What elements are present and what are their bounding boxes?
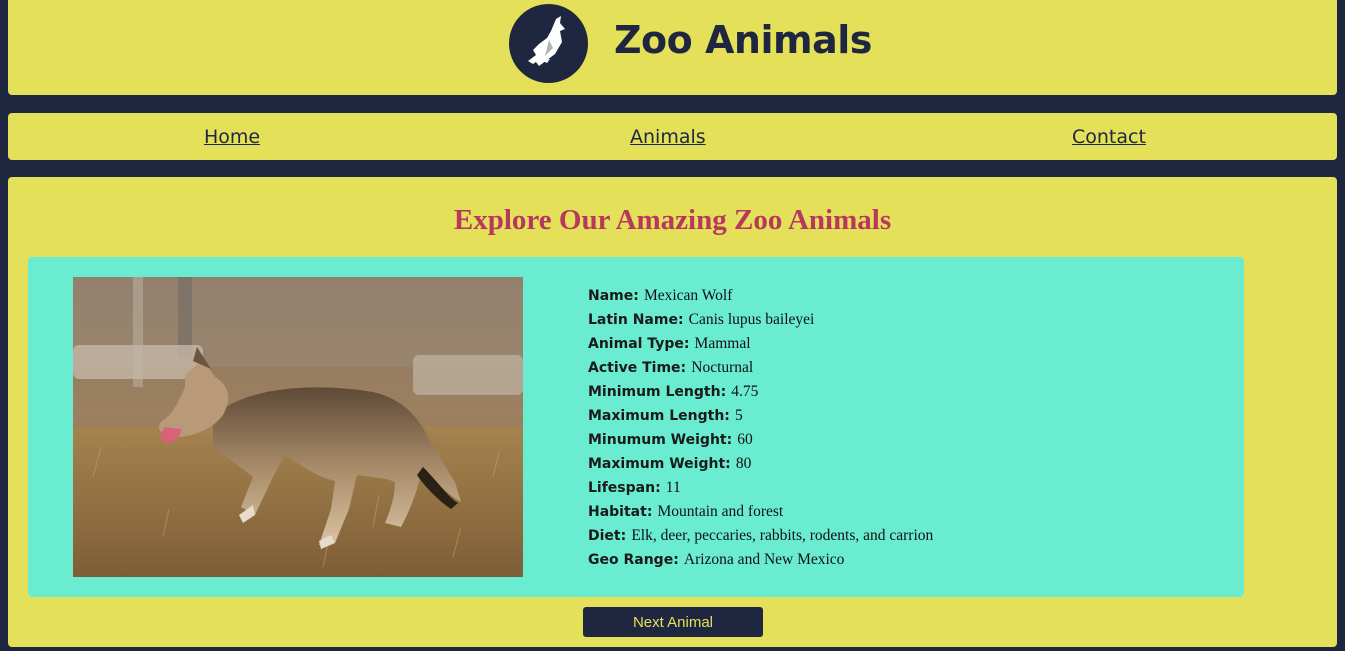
detail-label: Animal Type: (588, 336, 690, 352)
detail-value: Mexican Wolf (643, 287, 733, 304)
nav-link-animals[interactable]: Animals (630, 126, 706, 148)
detail-value: Nocturnal (691, 359, 754, 376)
detail-label: Lifespan: (588, 480, 661, 496)
detail-row-latin-name: Latin Name: Canis lupus baileyei (588, 307, 933, 331)
main-content: Explore Our Amazing Zoo Animals Name: Me… (8, 177, 1337, 647)
detail-label: Habitat: (588, 504, 653, 520)
detail-value: 5 (734, 407, 743, 424)
bird-icon (528, 16, 565, 66)
detail-label: Minimum Length: (588, 384, 727, 400)
detail-value: 80 (735, 455, 752, 472)
detail-label: Active Time: (588, 360, 687, 376)
site-header: Zoo Animals (8, 0, 1337, 95)
detail-label: Maximum Length: (588, 408, 730, 424)
animal-details: Name: Mexican Wolf Latin Name: Canis lup… (588, 283, 933, 571)
animal-photo (73, 277, 523, 577)
detail-label: Latin Name: (588, 312, 684, 328)
animal-card: Name: Mexican Wolf Latin Name: Canis lup… (28, 257, 1244, 597)
detail-row-minimum-weight: Minumum Weight: 60 (588, 427, 933, 451)
detail-label: Geo Range: (588, 552, 679, 568)
detail-row-minimum-length: Minimum Length: 4.75 (588, 379, 933, 403)
detail-row-animal-type: Animal Type: Mammal (588, 331, 933, 355)
detail-label: Maximum Weight: (588, 456, 731, 472)
logo (509, 4, 588, 83)
detail-row-active-time: Active Time: Nocturnal (588, 355, 933, 379)
page-heading: Explore Our Amazing Zoo Animals (453, 204, 892, 236)
detail-row-maximum-weight: Maximum Weight: 80 (588, 451, 933, 475)
site-title: Zoo Animals (614, 18, 872, 62)
detail-value: Mammal (694, 335, 751, 352)
detail-row-maximum-length: Maximum Length: 5 (588, 403, 933, 427)
detail-value: Canis lupus baileyei (688, 311, 815, 328)
detail-value: Mountain and forest (657, 503, 784, 520)
detail-row-geo-range: Geo Range: Arizona and New Mexico (588, 547, 933, 571)
detail-row-diet: Diet: Elk, deer, peccaries, rabbits, rod… (588, 523, 933, 547)
nav-link-home[interactable]: Home (204, 126, 260, 148)
nav-link-contact[interactable]: Contact (1072, 126, 1146, 148)
detail-row-lifespan: Lifespan: 11 (588, 475, 933, 499)
main-nav: Home Animals Contact (8, 113, 1337, 160)
detail-value: 4.75 (731, 383, 759, 400)
detail-value: Arizona and New Mexico (683, 551, 845, 568)
detail-label: Name: (588, 288, 639, 304)
detail-label: Minumum Weight: (588, 432, 733, 448)
detail-row-name: Name: Mexican Wolf (588, 283, 933, 307)
detail-value: Elk, deer, peccaries, rabbits, rodents, … (631, 527, 934, 544)
detail-value: 60 (737, 431, 753, 448)
detail-value: 11 (665, 479, 681, 496)
next-animal-button[interactable]: Next Animal (583, 607, 763, 637)
detail-label: Diet: (588, 528, 627, 544)
detail-row-habitat: Habitat: Mountain and forest (588, 499, 933, 523)
